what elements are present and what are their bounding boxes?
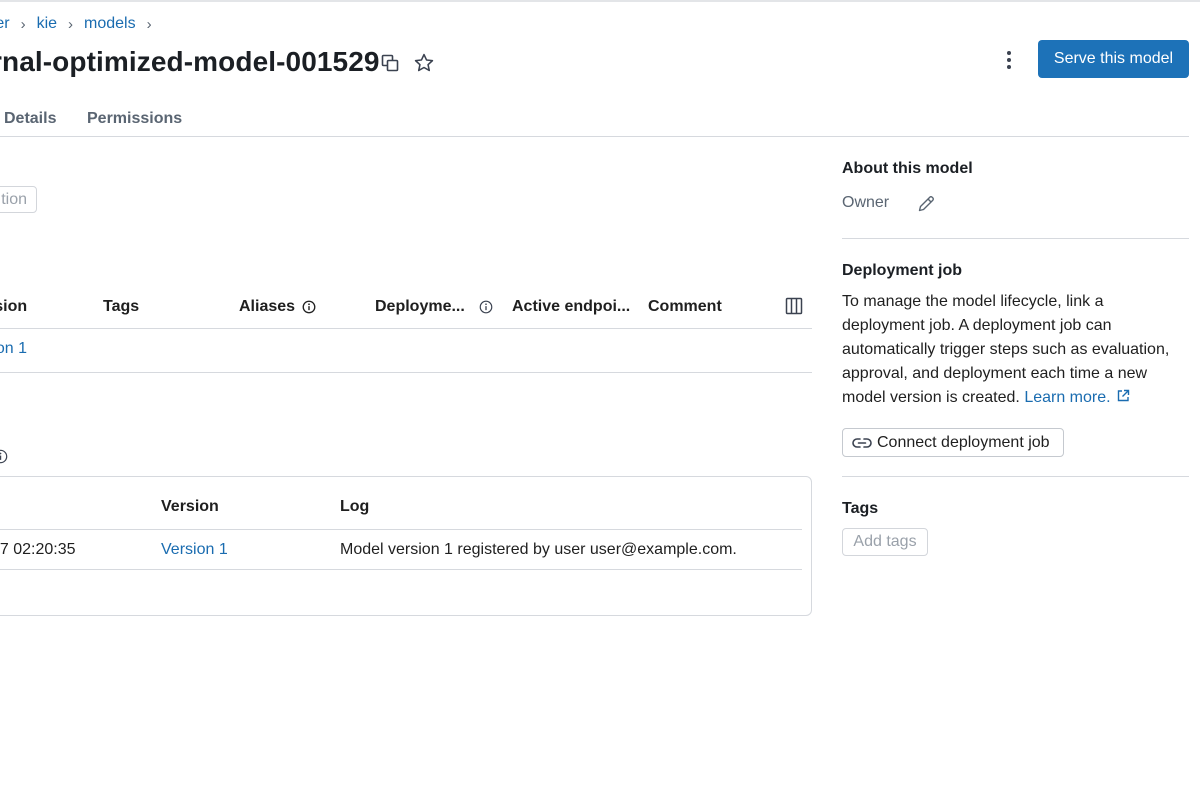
table-divider	[0, 372, 812, 373]
column-aliases-label: Aliases	[239, 298, 296, 315]
column-deployment-label: Deployme...	[375, 298, 465, 315]
link-icon	[852, 437, 872, 448]
serve-model-button[interactable]: Serve this model	[1038, 40, 1189, 78]
learn-more-link[interactable]: Learn more.	[1024, 389, 1110, 406]
column-deployment[interactable]: Deployme...	[375, 298, 493, 316]
sidebar-divider	[842, 476, 1189, 477]
activity-version-link[interactable]: Version 1	[161, 541, 228, 559]
star-icon[interactable]	[413, 52, 435, 74]
breadcrumb: rer › kie › models ›	[0, 14, 163, 34]
tab-permissions[interactable]: Permissions	[87, 110, 182, 128]
table-divider	[0, 529, 802, 530]
sidebar-divider	[842, 238, 1189, 239]
owner-label: Owner	[842, 194, 890, 211]
breadcrumb-item-explorer[interactable]: rer	[0, 15, 10, 33]
table-divider	[0, 569, 802, 570]
add-description-button[interactable]: tion	[0, 186, 37, 213]
top-border	[0, 0, 1200, 2]
activity-timestamp: 27 02:20:35	[0, 541, 76, 558]
versions-table-header: rsion Tags Aliases Deployme... Active en…	[0, 297, 812, 319]
deployment-job-heading: Deployment job	[842, 262, 963, 279]
info-icon[interactable]	[302, 300, 316, 314]
column-version[interactable]: rsion	[0, 298, 27, 316]
deployment-job-description: To manage the model lifecycle, link a de…	[842, 290, 1190, 410]
breadcrumb-item-catalog[interactable]: kie	[37, 15, 57, 33]
breadcrumb-item-models[interactable]: models	[84, 15, 136, 33]
version-link[interactable]: rsion 1	[0, 340, 27, 358]
info-icon[interactable]	[0, 449, 8, 464]
pencil-icon[interactable]	[916, 194, 936, 214]
connect-deployment-job-label: Connect deployment job	[877, 433, 1050, 451]
connect-deployment-job-button[interactable]: Connect deployment job	[842, 428, 1064, 457]
column-tags[interactable]: Tags	[103, 298, 139, 316]
kebab-menu-icon[interactable]	[996, 47, 1022, 73]
copy-icon[interactable]	[380, 53, 400, 73]
info-icon[interactable]	[479, 300, 493, 314]
tabs-divider	[0, 136, 1189, 137]
column-aliases[interactable]: Aliases	[239, 298, 316, 316]
column-log: Log	[340, 498, 370, 515]
tab-details[interactable]: Details	[4, 110, 56, 128]
tags-heading: Tags	[842, 500, 879, 517]
columns-icon[interactable]	[785, 297, 803, 315]
column-comment[interactable]: Comment	[648, 298, 722, 316]
page-title: rnal-optimized-model-001529	[0, 46, 380, 77]
chevron-right-icon: ›	[146, 15, 152, 33]
add-tags-button[interactable]: Add tags	[842, 528, 928, 556]
about-model-heading: About this model	[842, 160, 973, 177]
column-version: Version	[161, 498, 219, 515]
table-divider	[0, 328, 812, 329]
activity-log-text: Model version 1 registered by user user@…	[340, 541, 737, 558]
external-link-icon[interactable]	[1116, 389, 1130, 403]
column-active-endpoint[interactable]: Active endpoi...	[512, 298, 630, 316]
chevron-right-icon: ›	[20, 15, 26, 33]
chevron-right-icon: ›	[68, 15, 74, 33]
